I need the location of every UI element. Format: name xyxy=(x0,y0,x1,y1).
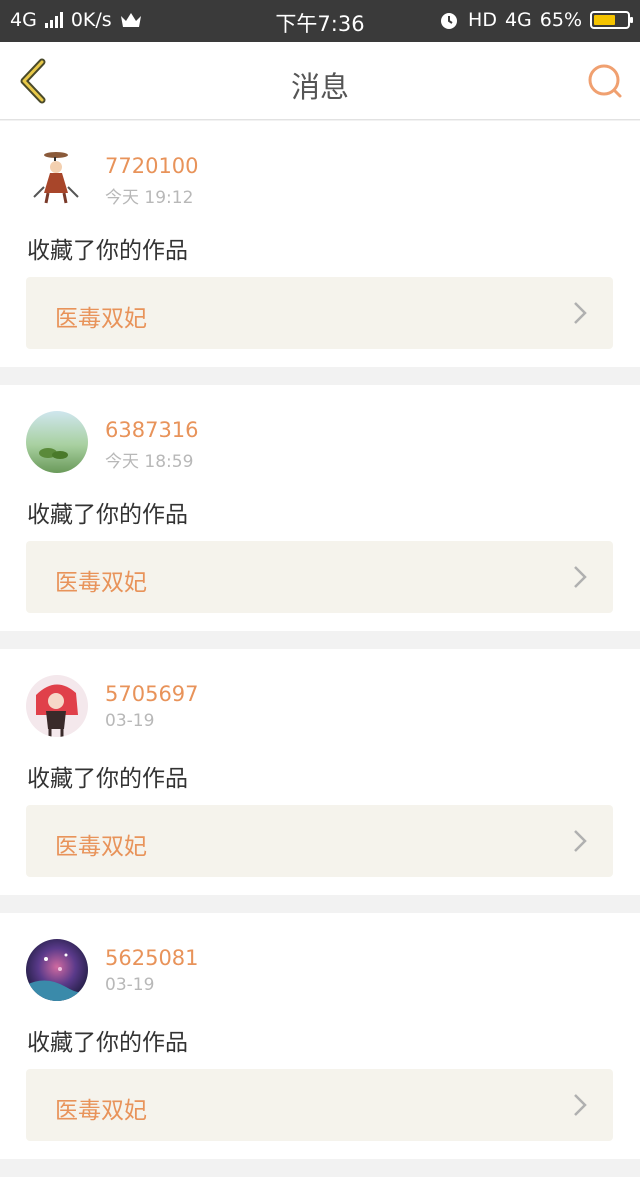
message-time: 03-19 xyxy=(105,711,155,731)
username[interactable]: 6387316 xyxy=(105,418,199,442)
search-icon[interactable] xyxy=(584,60,626,102)
avatar[interactable] xyxy=(26,147,88,209)
status-right: HD 4G 65% xyxy=(438,9,633,31)
username[interactable]: 5705697 xyxy=(105,682,199,706)
work-title: 医毒双妃 xyxy=(55,570,147,596)
page-title: 消息 xyxy=(290,70,349,104)
chevron-right-icon xyxy=(574,302,587,324)
chevron-right-icon xyxy=(574,1094,587,1116)
work-link[interactable]: 医毒双妃 xyxy=(26,277,613,349)
work-title: 医毒双妃 xyxy=(55,306,147,332)
message-time: 今天 18:59 xyxy=(105,452,194,472)
work-title: 医毒双妃 xyxy=(55,1098,147,1124)
avatar[interactable] xyxy=(26,411,88,473)
nav-header: 消息 xyxy=(0,42,640,120)
action-text: 收藏了你的作品 xyxy=(27,766,188,792)
message-card: 5705697 03-19 收藏了你的作品 医毒双妃 xyxy=(0,649,640,895)
battery-icon xyxy=(590,11,633,29)
status-bar: 4G 0K/s 下午7:36 HD 4G 65% xyxy=(0,0,640,42)
username[interactable]: 5625081 xyxy=(105,946,199,970)
username[interactable]: 7720100 xyxy=(105,154,199,178)
message-card: 7720100 今天 19:12 收藏了你的作品 医毒双妃 xyxy=(0,121,640,367)
avatar[interactable] xyxy=(26,939,88,1001)
action-text: 收藏了你的作品 xyxy=(27,502,188,528)
action-text: 收藏了你的作品 xyxy=(27,238,188,264)
alarm-icon xyxy=(441,13,458,29)
work-title: 医毒双妃 xyxy=(55,834,147,860)
network-label-2: 4G xyxy=(504,9,532,31)
message-time: 今天 19:12 xyxy=(105,188,194,208)
battery-percent: 65% xyxy=(539,9,582,31)
avatar[interactable] xyxy=(26,675,88,737)
chevron-right-icon xyxy=(574,830,587,852)
message-time: 03-19 xyxy=(105,975,155,995)
message-list: 7720100 今天 19:12 收藏了你的作品 医毒双妃 6387316 今天… xyxy=(0,121,640,1177)
chevron-right-icon xyxy=(574,566,587,588)
work-link[interactable]: 医毒双妃 xyxy=(26,805,613,877)
action-text: 收藏了你的作品 xyxy=(27,1030,188,1056)
hd-label: HD xyxy=(468,9,497,31)
message-card: 6387316 今天 18:59 收藏了你的作品 医毒双妃 xyxy=(0,385,640,631)
work-link[interactable]: 医毒双妃 xyxy=(26,1069,613,1141)
work-link[interactable]: 医毒双妃 xyxy=(26,541,613,613)
message-card: 5625081 03-19 收藏了你的作品 医毒双妃 xyxy=(0,913,640,1159)
